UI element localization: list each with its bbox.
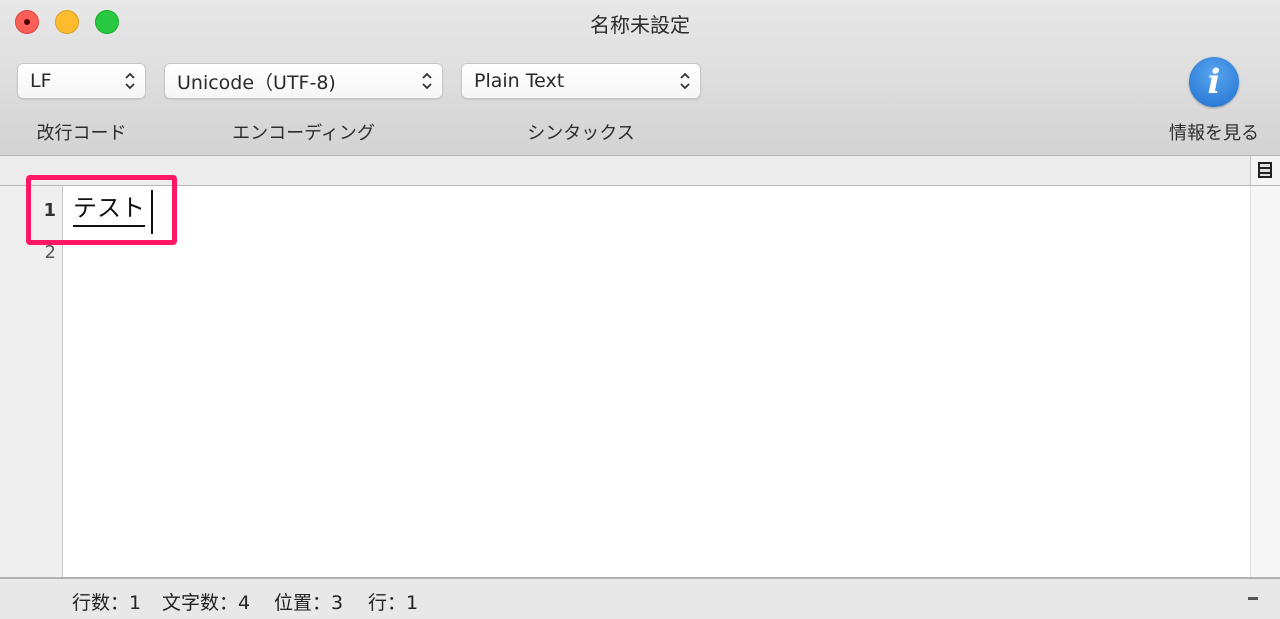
status-dash-icon	[1248, 597, 1258, 600]
line-ending-value: LF	[30, 70, 52, 92]
syntax-popup[interactable]: Plain Text	[461, 63, 701, 99]
status-current-line: 行：1	[368, 592, 419, 614]
split-editor-button[interactable]	[1250, 156, 1280, 185]
encoding-popup[interactable]: Unicode（UTF-8)	[164, 63, 443, 99]
window-title: 名称未設定	[590, 13, 690, 37]
status-line-count: 行数：1	[72, 592, 142, 614]
chevron-up-down-icon	[422, 72, 432, 90]
text-editor[interactable]: テスト	[63, 186, 1250, 577]
status-char-count: 文字数：4	[162, 592, 251, 614]
encoding-value: Unicode（UTF-8)	[177, 71, 336, 94]
chevron-up-down-icon	[680, 72, 690, 90]
status-bar: 行数：1 文字数：4 位置：3 行：1	[0, 577, 1280, 619]
line-ending-label: 改行コード	[36, 123, 127, 144]
vertical-scrollbar[interactable]	[1250, 186, 1280, 577]
line-ending-popup[interactable]: LF	[17, 63, 146, 99]
syntax-label: シンタックス	[527, 123, 635, 144]
window-toolbar: 名称未設定 LF Unicode（UTF-8) Plain Text 改行コード…	[0, 0, 1280, 156]
info-icon[interactable]: i	[1189, 57, 1239, 107]
chevron-up-down-icon	[125, 72, 135, 90]
status-position: 位置：3	[274, 592, 344, 614]
info-label[interactable]: 情報を見る	[1155, 119, 1273, 145]
line-number: 2	[44, 242, 56, 263]
annotation-highlight-box	[26, 175, 177, 245]
split-view-icon	[1258, 162, 1272, 178]
encoding-label: エンコーディング	[232, 123, 375, 144]
navigation-bar	[0, 156, 1280, 186]
syntax-value: Plain Text	[474, 70, 565, 92]
